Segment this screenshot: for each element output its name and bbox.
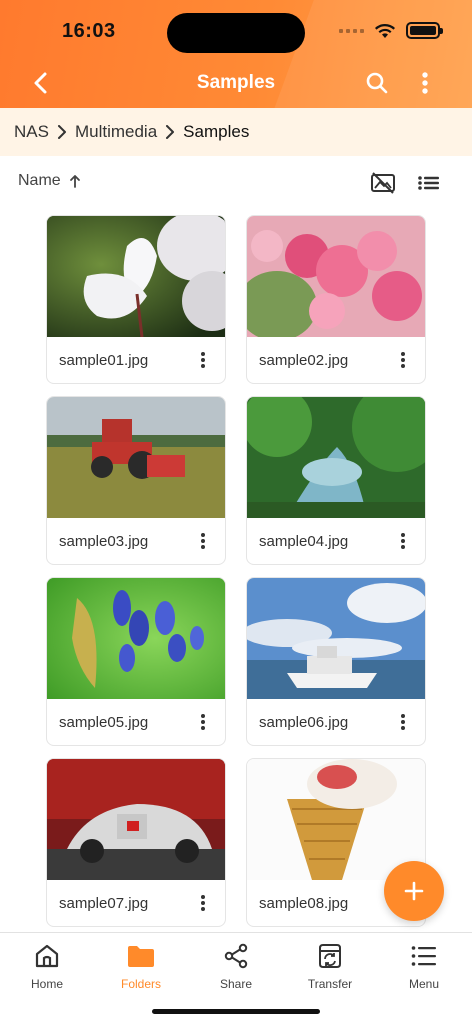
thumbnail-image <box>47 578 225 699</box>
file-name: sample04.jpg <box>259 533 349 550</box>
tab-folders[interactable]: Folders <box>94 941 188 991</box>
search-button[interactable] <box>362 68 392 98</box>
more-vertical-icon <box>201 352 205 368</box>
more-vertical-icon <box>401 352 405 368</box>
thumbnail-image <box>47 759 225 880</box>
folder-icon <box>126 941 156 971</box>
tab-label: Share <box>219 977 253 991</box>
file-options-button[interactable] <box>393 710 413 734</box>
sort-toolbar: Name <box>0 160 472 204</box>
more-vertical-icon <box>201 895 205 911</box>
file-card[interactable]: sample03.jpg <box>46 396 226 565</box>
thumbnail-image <box>47 216 225 337</box>
file-options-button[interactable] <box>193 891 213 915</box>
tab-transfer[interactable]: Transfer <box>283 941 377 991</box>
more-vertical-icon <box>201 714 205 730</box>
more-vertical-icon <box>401 533 405 549</box>
transfer-icon <box>315 941 345 971</box>
file-options-button[interactable] <box>193 529 213 553</box>
breadcrumb: NAS Multimedia Samples <box>0 108 472 156</box>
tab-label: Menu <box>408 977 440 991</box>
status-icons <box>339 22 443 39</box>
breadcrumb-item-multimedia[interactable]: Multimedia <box>75 122 157 142</box>
file-options-button[interactable] <box>193 348 213 372</box>
more-options-button[interactable] <box>410 68 440 98</box>
file-options-button[interactable] <box>393 348 413 372</box>
file-card[interactable]: sample01.jpg <box>46 215 226 384</box>
status-time: 16:03 <box>62 20 116 42</box>
thumbnail-image <box>247 759 425 880</box>
file-name: sample05.jpg <box>59 714 149 731</box>
more-vertical-icon <box>401 714 405 730</box>
home-icon <box>32 941 62 971</box>
thumbnail-image <box>247 397 425 518</box>
list-view-icon <box>418 176 439 190</box>
file-options-button[interactable] <box>393 529 413 553</box>
thumbnail-image <box>247 578 425 699</box>
tab-share[interactable]: Share <box>189 941 283 991</box>
file-card[interactable]: sample06.jpg <box>246 577 426 746</box>
add-button[interactable] <box>384 861 444 921</box>
breadcrumb-item-nas[interactable]: NAS <box>14 122 49 142</box>
file-card[interactable]: sample02.jpg <box>246 215 426 384</box>
dynamic-island <box>167 13 305 53</box>
chevron-right-icon <box>57 125 67 139</box>
arrow-up-icon <box>69 175 80 188</box>
thumbnail-image <box>47 397 225 518</box>
file-name: sample03.jpg <box>59 533 149 550</box>
file-name: sample06.jpg <box>259 714 349 731</box>
image-off-icon <box>371 172 395 194</box>
home-indicator <box>152 1009 320 1014</box>
search-icon <box>366 72 388 94</box>
more-vertical-icon <box>201 533 205 549</box>
sort-label: Name <box>18 172 61 189</box>
share-icon <box>221 941 251 971</box>
plus-icon <box>404 881 424 901</box>
thumbnail-toggle-button[interactable] <box>368 170 398 196</box>
tab-home[interactable]: Home <box>0 941 94 991</box>
tab-menu[interactable]: Menu <box>377 941 471 991</box>
cellular-signal-icon <box>339 28 364 33</box>
file-name: sample02.jpg <box>259 352 349 369</box>
wifi-icon <box>375 23 395 38</box>
page-title: Samples <box>196 72 276 93</box>
sort-button[interactable]: Name <box>18 172 81 190</box>
thumbnail-image <box>247 216 425 337</box>
battery-icon <box>406 22 443 39</box>
app-header: 16:03 Samples <box>0 0 472 108</box>
file-name: sample01.jpg <box>59 352 149 369</box>
list-view-button[interactable] <box>414 170 444 196</box>
file-name: sample07.jpg <box>59 895 149 912</box>
tab-label: Home <box>30 977 63 991</box>
chevron-right-icon <box>165 125 175 139</box>
breadcrumb-item-samples: Samples <box>183 122 250 141</box>
file-card[interactable]: sample05.jpg <box>46 577 226 746</box>
file-card[interactable]: sample07.jpg <box>46 758 226 927</box>
file-options-button[interactable] <box>193 710 213 734</box>
menu-icon <box>409 941 439 971</box>
file-card[interactable]: sample04.jpg <box>246 396 426 565</box>
tab-label: Folders <box>120 977 161 991</box>
file-name: sample08.jpg <box>259 895 349 912</box>
more-vertical-icon <box>422 72 428 94</box>
tab-label: Transfer <box>307 977 353 991</box>
